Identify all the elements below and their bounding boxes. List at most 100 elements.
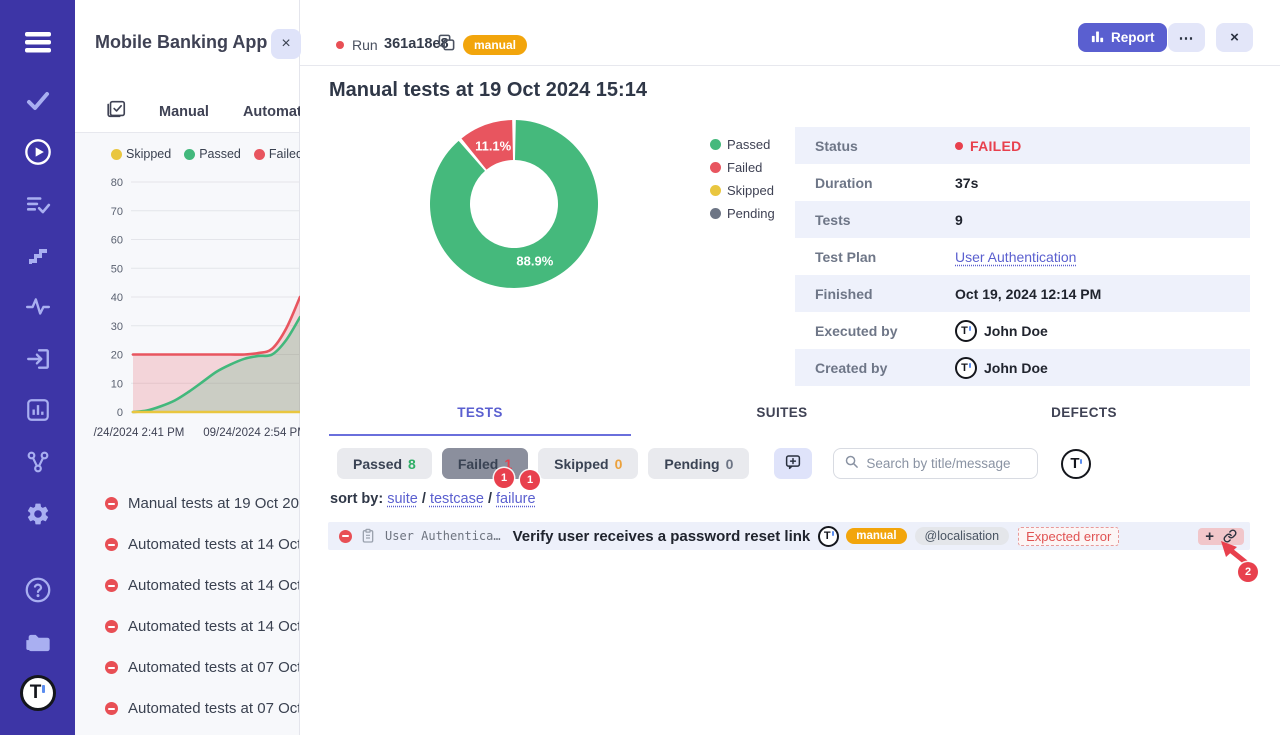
copy-run-id-button[interactable] xyxy=(437,33,456,55)
filter-label: Passed xyxy=(353,456,402,472)
filter-row: Passed 8 Failed11 Skipped0 Pending0 T xyxy=(337,448,1091,479)
info-label: Status xyxy=(815,138,955,154)
status-filters: Passed 8 Failed11 Skipped0 Pending0 xyxy=(337,448,749,479)
filter-pending[interactable]: Pending0 xyxy=(648,448,749,479)
info-value: TJohn Doe xyxy=(955,320,1048,342)
app: T Mobile Banking App × Manual Automated … xyxy=(0,0,1280,735)
help-icon[interactable] xyxy=(24,577,51,604)
test-title[interactable]: Verify user receives a password reset li… xyxy=(513,528,811,545)
error-label[interactable]: Expected error xyxy=(1018,527,1119,546)
filter-skipped[interactable]: Skipped0 xyxy=(538,448,638,479)
user-avatar[interactable]: T xyxy=(1061,449,1091,479)
legend-label: Failed xyxy=(727,160,762,175)
svg-text:0: 0 xyxy=(117,407,123,419)
sort-by-testcase[interactable]: testcase xyxy=(430,491,484,507)
sign-in-icon[interactable] xyxy=(25,346,51,372)
sort-by-failure[interactable]: failure xyxy=(496,491,536,507)
branch-icon[interactable] xyxy=(25,449,51,475)
info-label: Test Plan xyxy=(815,249,955,265)
testomat-logo-icon[interactable]: T xyxy=(20,675,56,711)
add-icon[interactable]: + xyxy=(1205,529,1214,544)
report-label: Report xyxy=(1111,30,1155,45)
test-plan-link[interactable]: User Authentication xyxy=(955,249,1076,265)
logo-letter: T xyxy=(20,675,56,711)
filter-count: 8 xyxy=(408,456,416,472)
run-list-item[interactable]: Automated tests at 07 Oct 2024 xyxy=(75,688,299,729)
info-row: StatusFAILED xyxy=(795,127,1250,164)
test-result-row[interactable]: User Authentica… Verify user receives a … xyxy=(328,522,1250,550)
suite-name[interactable]: User Authentica… xyxy=(385,529,501,543)
clipboard-icon xyxy=(360,528,376,544)
tab-tests[interactable]: TESTS xyxy=(329,405,631,436)
info-value: TJohn Doe xyxy=(955,357,1048,379)
run-title: Automated tests at 14 Oct 2024 xyxy=(128,577,299,594)
run-title: Automated tests at 07 Oct 2024 xyxy=(128,659,299,676)
run-list-item[interactable]: Automated tests at 14 Oct 2024 xyxy=(75,606,299,647)
sort-by-suite[interactable]: suite xyxy=(387,491,418,507)
svg-text:40: 40 xyxy=(111,292,123,304)
info-label: Finished xyxy=(815,286,955,302)
run-info-table: StatusFAILEDDuration37sTests9Test PlanUs… xyxy=(795,127,1250,386)
info-row: Tests9 xyxy=(795,201,1250,238)
annotation-step-2: 2 xyxy=(1238,562,1258,582)
failed-status-icon xyxy=(105,497,118,510)
panel-close-button[interactable]: × xyxy=(271,29,301,59)
steps-icon[interactable] xyxy=(26,245,50,269)
sort-separator: / xyxy=(422,491,430,507)
annotation-step-1-badge: 1 xyxy=(520,470,540,490)
test-tag[interactable]: @localisation xyxy=(915,527,1010,545)
filter-passed[interactable]: Passed 8 xyxy=(337,448,432,479)
report-button[interactable]: Report xyxy=(1078,23,1167,52)
tab-suites[interactable]: SUITES xyxy=(631,405,933,436)
svg-text:88.9%: 88.9% xyxy=(516,253,553,268)
gear-icon[interactable] xyxy=(25,501,51,527)
activity-icon[interactable] xyxy=(25,294,51,320)
donut-legend-item: Failed xyxy=(710,160,775,175)
failed-dot xyxy=(955,142,963,150)
bar-chart-icon[interactable] xyxy=(25,397,51,423)
more-actions-button[interactable]: ⋯ xyxy=(1168,23,1205,52)
filter-failed[interactable]: Failed11 xyxy=(442,448,528,479)
sort-label: sort by: xyxy=(330,491,383,507)
panel-tab-manual[interactable]: Manual xyxy=(159,104,209,120)
tab-defects[interactable]: DEFECTS xyxy=(933,405,1235,436)
info-label: Duration xyxy=(815,175,955,191)
legend-label: Pending xyxy=(727,206,775,221)
result-tabs: TESTSSUITESDEFECTS xyxy=(329,405,1235,436)
info-label: Created by xyxy=(815,360,955,376)
info-value: 9 xyxy=(955,212,963,228)
run-list-item[interactable]: Automated tests at 14 Oct 2024 xyxy=(75,565,299,606)
search-icon xyxy=(844,454,859,474)
run-close-button[interactable]: × xyxy=(1216,23,1253,52)
add-comment-button[interactable] xyxy=(774,448,812,479)
svg-text:80: 80 xyxy=(111,177,123,189)
project-title: Mobile Banking App xyxy=(95,32,267,53)
check-icon[interactable] xyxy=(25,88,51,114)
mini-legend-item: Passed xyxy=(184,147,241,161)
run-title: Automated tests at 14 Oct 2024 xyxy=(128,618,299,635)
svg-text:50: 50 xyxy=(111,263,123,275)
info-label: Tests xyxy=(815,212,955,228)
run-list-item[interactable]: Automated tests at 14 Oct 2024 xyxy=(75,524,299,565)
run-title: Manual tests at 19 Oct 2024 15:14 xyxy=(329,79,647,102)
runs-chart-legend: SkippedPassedFailed xyxy=(111,147,303,161)
mini-legend-item: Failed xyxy=(254,147,303,161)
folder-icon[interactable] xyxy=(24,629,52,657)
close-icon: × xyxy=(1230,29,1239,46)
run-list-item[interactable]: Automated tests at 07 Oct 2024 xyxy=(75,647,299,688)
info-value[interactable]: User Authentication xyxy=(955,249,1076,265)
list-check-icon[interactable] xyxy=(25,192,51,218)
run-topbar: Run 361a18e8 manual Report ⋯ × xyxy=(300,0,1280,66)
failed-status-icon xyxy=(105,538,118,551)
menu-icon[interactable] xyxy=(23,30,53,54)
info-row: Created byTJohn Doe xyxy=(795,349,1250,386)
user-name: John Doe xyxy=(984,360,1048,376)
failed-status-icon xyxy=(105,579,118,592)
play-circle-icon[interactable] xyxy=(24,138,52,166)
search-input[interactable] xyxy=(866,456,1043,471)
annotation-step-1: 1 xyxy=(494,468,514,488)
run-title: Automated tests at 14 Oct 2024 xyxy=(128,536,299,553)
legend-label: Skipped xyxy=(727,183,774,198)
run-list-item[interactable]: Manual tests at 19 Oct 2024 xyxy=(75,483,299,524)
filter-count: 0 xyxy=(726,456,734,472)
